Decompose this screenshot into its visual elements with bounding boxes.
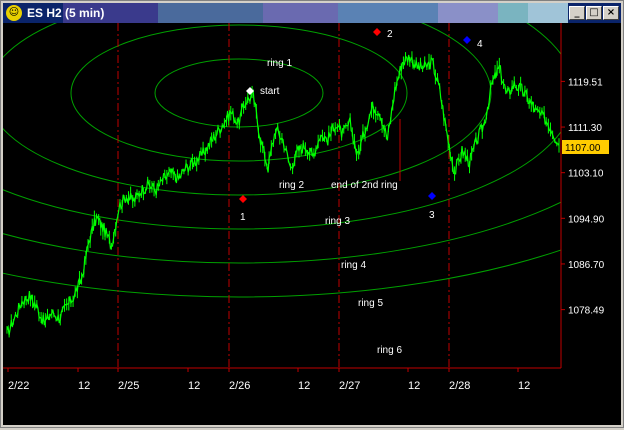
ring-4 [3, 23, 561, 230]
ring-2 [70, 24, 408, 162]
x-tick-label: 2/28 [449, 380, 470, 392]
maximize-button[interactable]: □ [586, 6, 602, 20]
marker-4-label: 4 [477, 39, 483, 50]
x-tick-label: 2/27 [339, 380, 360, 392]
last-price-value: 1107.00 [565, 143, 601, 154]
start-label: start [260, 86, 280, 97]
price-series [6, 51, 560, 338]
marker-3-label: 3 [429, 210, 435, 221]
ring-1-label: ring 1 [267, 58, 292, 69]
ring-5 [3, 201, 561, 264]
marker-2-label: 2 [387, 29, 393, 40]
ring-6-label: ring 6 [377, 345, 402, 356]
minimize-button[interactable]: _ [569, 6, 585, 20]
close-icon: × [606, 7, 616, 18]
marker-3-icon [428, 192, 436, 200]
ring-1 [154, 58, 324, 128]
ring-2-label: ring 2 [279, 180, 304, 191]
start-marker-icon [246, 87, 254, 95]
ring-5-label: ring 5 [358, 298, 383, 309]
y-tick-label: 1119.51 [568, 77, 603, 88]
x-tick-label: 2/22 [8, 380, 29, 392]
ring-labels: ring 1 ring 2 ring 3 ring 4 ring 5 ring … [267, 58, 402, 356]
ring-3-label: ring 3 [325, 216, 350, 227]
y-tick-label: 1078.49 [568, 306, 605, 317]
chart-window: ☺ ES H2 (5 min) _ □ × ring 1 ring 2 ring… [0, 0, 624, 428]
y-tick-label: 1103.10 [568, 169, 604, 180]
window-title: ES H2 (5 min) [27, 6, 105, 20]
x-tick-label: 2/25 [118, 380, 139, 392]
y-tick-label: 1111.30 [568, 123, 602, 134]
ring-6 [3, 249, 561, 298]
marker-4-icon [463, 36, 471, 44]
title-bar[interactable]: ☺ ES H2 (5 min) _ □ × [3, 3, 621, 23]
x-tick-label: 12 [78, 380, 90, 392]
y-tick-label: 1094.90 [568, 214, 605, 225]
price-line [6, 54, 560, 336]
time-axis: 2/22 12 2/25 12 2/26 12 2/27 12 2/28 12 [3, 367, 561, 392]
close-button[interactable]: × [603, 6, 619, 20]
y-tick-label: 1086.70 [568, 260, 605, 271]
chart-area[interactable]: ring 1 ring 2 ring 3 ring 4 ring 5 ring … [3, 23, 621, 425]
x-tick-label: 12 [188, 380, 200, 392]
price-chart[interactable]: ring 1 ring 2 ring 3 ring 4 ring 5 ring … [3, 23, 621, 425]
marker-2-icon [373, 28, 381, 36]
end-of-2nd-ring-label: end of 2nd ring [331, 180, 398, 191]
last-price-badge: 1107.00 [562, 140, 609, 154]
x-tick-label: 12 [518, 380, 530, 392]
x-tick-label: 2/26 [229, 380, 250, 392]
ring-4-label: ring 4 [341, 260, 366, 271]
ring-group [3, 23, 561, 298]
minimize-icon: _ [574, 7, 580, 18]
marker-1-label: 1 [240, 212, 246, 223]
x-tick-label: 12 [298, 380, 310, 392]
maximize-icon: □ [589, 7, 599, 18]
chart-app-icon[interactable]: ☺ [6, 5, 22, 21]
price-axis: 1119.51 1111.30 1103.10 1094.90 1086.70 1078.… [560, 23, 605, 368]
marker-1-icon [239, 195, 247, 203]
x-tick-label: 12 [408, 380, 420, 392]
